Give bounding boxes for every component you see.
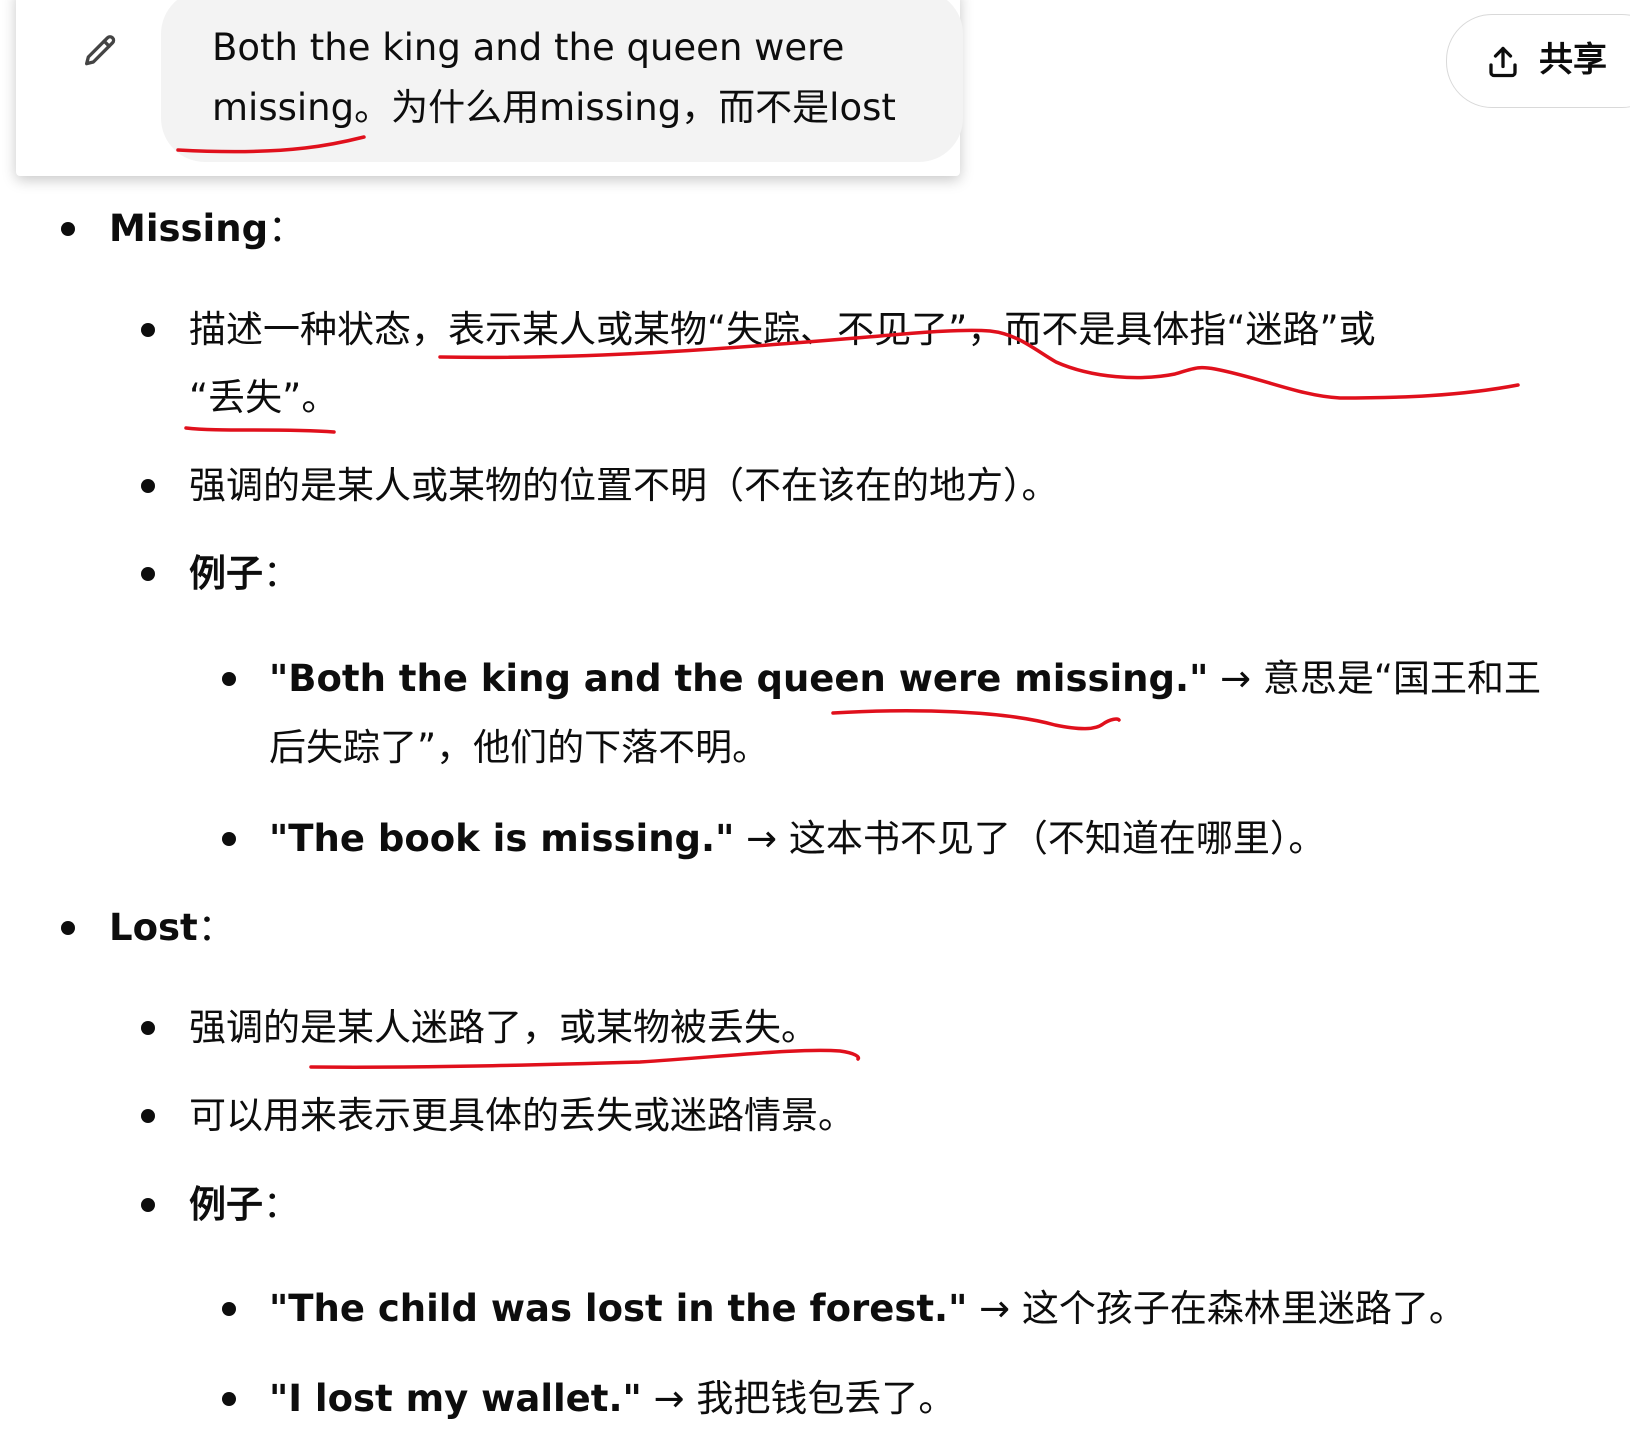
bullet-missing-examples	[141, 567, 155, 581]
missing-colon: ：	[268, 207, 306, 250]
prompt-header: Both the king and the queen were missing…	[16, 0, 963, 176]
missing-heading: Missing：	[109, 195, 305, 263]
share-button[interactable]: 共享	[1446, 14, 1630, 108]
pencil-icon	[85, 35, 116, 66]
lost-colon: ：	[197, 906, 235, 949]
bullet-lost-example-1	[222, 1302, 236, 1316]
bullet-missing-point-2	[141, 479, 155, 493]
lost-examples-label: 例子	[189, 1183, 263, 1226]
lost-examples-heading: 例子：	[189, 1171, 300, 1239]
underline-example-were-missing	[831, 709, 1121, 731]
bullet-missing-point-1	[141, 323, 155, 337]
bullet-lost-point-1	[141, 1021, 155, 1035]
missing-example-2-chinese: → 这本书不见了（不知道在哪里）。	[734, 817, 1326, 860]
missing-example-1-line-1: "Both the king and the queen were missin…	[269, 645, 1541, 713]
bullet-missing-example-1	[222, 672, 236, 686]
missing-examples-colon: ：	[263, 552, 300, 595]
user-message-line-2: missing。为什么用missing，而不是lost	[212, 86, 896, 129]
missing-point-1-line-1: 描述一种状态，表示某人或某物“失踪、不见了”，而不是具体指“迷路”或	[189, 308, 1376, 351]
bullet-missing	[61, 222, 75, 236]
missing-example-1-line-2: 后失踪了”，他们的下落不明。	[269, 726, 770, 769]
lost-example-2-english: "I lost my wallet."	[269, 1377, 642, 1420]
missing-example-1-chinese-part-1: → 意思是“国王和王	[1208, 657, 1542, 700]
missing-example-2-english: "The book is missing."	[269, 817, 735, 860]
lost-point-1: 强调的是某人迷路了，或某物被丢失。	[189, 1006, 818, 1049]
bullet-missing-example-2	[222, 832, 236, 846]
missing-example-1-english: "Both the king and the queen were missin…	[269, 657, 1209, 700]
bullet-lost-examples	[141, 1198, 155, 1212]
lost-point-2: 可以用来表示更具体的丢失或迷路情景。	[189, 1094, 855, 1137]
lost-examples-colon: ：	[263, 1183, 300, 1226]
missing-point-2: 强调的是某人或某物的位置不明（不在该在的地方）。	[189, 464, 1059, 507]
share-label: 共享	[1539, 40, 1607, 80]
lost-heading: Lost：	[109, 894, 235, 962]
lost-example-1-chinese: → 这个孩子在森林里迷路了。	[967, 1287, 1466, 1330]
bullet-lost	[61, 921, 75, 935]
share-upload-icon	[1489, 46, 1517, 78]
user-message-text: Both the king and the queen were missing…	[212, 18, 932, 138]
missing-examples-label: 例子	[189, 552, 263, 595]
lost-example-1-english: "The child was lost in the forest."	[269, 1287, 968, 1330]
lost-example-1: "The child was lost in the forest." → 这个…	[269, 1275, 1466, 1343]
lost-example-2-chinese: → 我把钱包丢了。	[641, 1377, 956, 1420]
missing-point-1-line-2: “丢失”。	[189, 376, 339, 419]
missing-examples-heading: 例子：	[189, 540, 300, 608]
edit-message-button[interactable]	[76, 28, 124, 76]
lost-term: Lost	[109, 906, 198, 949]
bullet-lost-example-2	[222, 1392, 236, 1406]
bullet-lost-point-2	[141, 1109, 155, 1123]
lost-example-2: "I lost my wallet." → 我把钱包丢了。	[269, 1365, 955, 1433]
user-message-line-1: Both the king and the queen were	[212, 26, 845, 69]
missing-term: Missing	[109, 207, 269, 250]
missing-example-2: "The book is missing." → 这本书不见了（不知道在哪里）。	[269, 805, 1325, 873]
